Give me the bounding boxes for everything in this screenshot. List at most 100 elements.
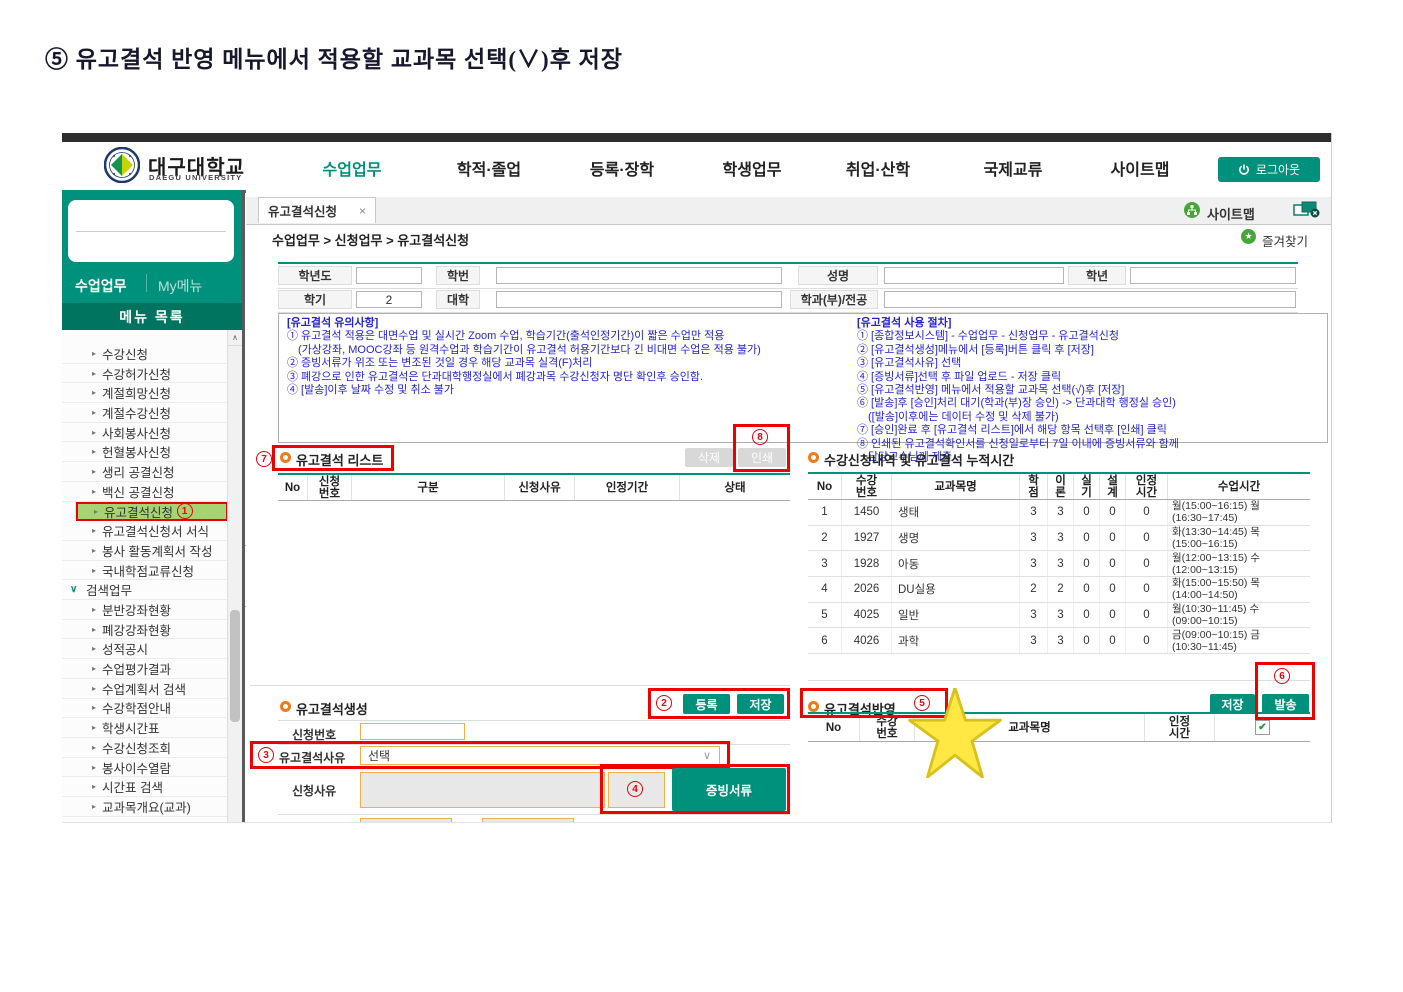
year-input[interactable] [356, 267, 422, 284]
triangle-icon: ▸ [92, 447, 97, 457]
col-header: No [808, 474, 842, 499]
sidebar-item-menstrual-absence[interactable]: ▸ 생리 공결신청 [62, 462, 228, 482]
notice-procedure-title: [유고결석 사용 절차] [857, 317, 952, 329]
name-label: 성명 [798, 266, 878, 285]
row-divider [278, 744, 790, 745]
sidebar-item-syllabus-search[interactable]: ▸ 수업계획서 검색 [62, 678, 228, 699]
name-input[interactable] [884, 267, 1064, 284]
annotation-3: 3 [258, 747, 274, 763]
triangle-icon: ▸ [92, 368, 97, 378]
sidebar-item-credit-guide[interactable]: ▸ 수강학점안내 [62, 698, 228, 719]
sidebar-tab-classwork[interactable]: 수업업무 [75, 276, 127, 296]
sidebar-item-timetable-search[interactable]: ▸ 시간표 검색 [62, 777, 228, 798]
sitemap-link[interactable]: 사이트맵 [1207, 204, 1255, 223]
period-start-input[interactable]: ▦ [360, 818, 452, 822]
nav-item-sitemap[interactable]: 사이트맵 [1080, 156, 1200, 180]
calendar-icon[interactable]: ▦ [561, 821, 570, 822]
create-save-button[interactable]: 저장 [737, 694, 784, 714]
sidebar-scrollbar[interactable]: ∧ [227, 330, 242, 822]
period-end-input[interactable]: ▦ [482, 818, 574, 822]
annotation-2: 2 [656, 695, 672, 711]
chevron-down-icon: ∨ [702, 750, 711, 762]
sidebar-item-label: 시간표 검색 [102, 781, 163, 796]
sidebar-item-service-record[interactable]: ▸ 봉사이수열람 [62, 757, 228, 778]
college-input[interactable] [496, 291, 782, 308]
grade-input[interactable] [1130, 267, 1296, 284]
scroll-up-icon[interactable]: ∧ [228, 330, 242, 346]
sidebar-item-label: 폐강강좌현황 [102, 623, 172, 638]
apply-save-button[interactable]: 저장 [1210, 694, 1255, 714]
sidebar-item-seasonal-sugang[interactable]: ▸ 계절수강신청 [62, 403, 228, 423]
sidebar-item-class-status[interactable]: ▸ 분반강좌현황 [62, 600, 228, 620]
reason-select-value: 선택 [368, 749, 391, 763]
triangle-icon: ▸ [92, 782, 97, 792]
userinfo-divider [76, 231, 226, 232]
print-button[interactable]: 인쇄 [738, 448, 786, 467]
favorite-star-icon[interactable]: ★ [1241, 229, 1256, 244]
sidebar-item-vaccine-absence[interactable]: ▸ 백신 공결신청 [62, 481, 228, 502]
notice-line: ([발송]이후에는 데이터 수정 및 삭제 불가) [868, 410, 1059, 423]
cell-credit: 2 [1020, 577, 1048, 602]
sidebar-item-closed-class[interactable]: ▸ 폐강강좌현황 [62, 619, 228, 640]
detail-textarea[interactable] [360, 772, 605, 808]
semester-input[interactable] [356, 291, 422, 308]
sidebar-tab-mymenu[interactable]: My메뉴 [158, 276, 202, 296]
sidebar-item-course-overview[interactable]: ▸ 교과목개요(교과) [62, 797, 228, 817]
nav-item-registration[interactable]: 등록·장학 [562, 156, 682, 180]
sitemap-icon[interactable] [1184, 202, 1200, 218]
sidebar-item-grade-notice[interactable]: ▸ 성적공시 [62, 639, 228, 660]
cell-design: 0 [1100, 602, 1126, 628]
close-icon[interactable]: × [359, 204, 366, 218]
sidebar-item-label: 유고결석신청 [104, 505, 174, 520]
sidebar-item-sugang-lookup[interactable]: ▸ 수강신청조회 [62, 738, 228, 758]
sidebar-item-excused-absence-form[interactable]: ▸ 유고결석신청서 서식 [62, 521, 228, 541]
dept-label: 학과(부)/전공 [790, 290, 878, 309]
nav-item-international[interactable]: 국제교류 [953, 156, 1073, 180]
cell-code: 1450 [842, 500, 892, 525]
reason-select[interactable]: 선택 ∨ [360, 746, 720, 765]
favorite-link[interactable]: 즐겨찾기 [1262, 231, 1308, 250]
logout-button[interactable]: 로그아웃 [1218, 157, 1320, 182]
nav-item-classwork[interactable]: 수업업무 [292, 156, 412, 180]
nav-item-records[interactable]: 학적·졸업 [429, 156, 549, 180]
sidebar-item-sugang-permit[interactable]: ▸ 수강허가신청 [62, 363, 228, 384]
sidebar-item-sugang[interactable]: ▸ 수강신청 [62, 344, 228, 364]
sidebar-item-service-plan[interactable]: ▸ 봉사 활동계획서 작성 [62, 541, 228, 561]
sidebar-item-social-service[interactable]: ▸ 사회봉사신청 [62, 422, 228, 443]
close-all-tabs-icon[interactable] [1293, 201, 1320, 224]
nav-item-career[interactable]: 취업·산학 [818, 156, 938, 180]
sidebar-section-search[interactable]: ∨ 검색업무 [62, 580, 228, 601]
triangle-icon: ▸ [94, 506, 99, 516]
row-divider [278, 814, 790, 815]
sidebar-item-excused-absence[interactable]: ▸ 유고결석신청 1 [76, 501, 228, 522]
studentno-input[interactable] [496, 267, 782, 284]
triangle-icon: ▸ [92, 644, 97, 654]
sidebar-item-eval-result[interactable]: ▸ 수업평가결과 [62, 659, 228, 679]
calendar-icon[interactable]: ▦ [439, 821, 448, 822]
col-header: No [278, 475, 308, 500]
reqno-input[interactable] [360, 723, 465, 740]
nav-item-student[interactable]: 학생업무 [692, 156, 812, 180]
send-button[interactable]: 발송 [1262, 694, 1309, 714]
sidebar-item-student-timetable[interactable]: ▸ 학생시간표 [62, 718, 228, 738]
triangle-icon: ▸ [92, 486, 97, 496]
select-all-checkbox[interactable]: ✔ [1255, 720, 1270, 735]
tab-excused-absence[interactable]: 유고결석신청 × [258, 197, 376, 223]
register-button[interactable]: 등록 [683, 694, 730, 714]
cell-credit: 3 [1020, 602, 1048, 628]
delete-button[interactable]: 삭제 [685, 448, 733, 467]
scrollbar-thumb[interactable] [230, 610, 240, 722]
course-row: 5 4025 일반 3 3 0 0 0 월(10:30~11:45) 수(09:… [808, 602, 1310, 629]
notice-precautions-title: [유고결석 유의사항] [287, 317, 379, 329]
sidebar-item-blood-donation[interactable]: ▸ 헌혈봉사신청 [62, 442, 228, 463]
dept-input[interactable] [884, 291, 1296, 308]
col-header: 인정기간 [575, 475, 680, 500]
triangle-icon: ▸ [92, 703, 97, 713]
cell-credit: 3 [1020, 525, 1048, 551]
sidebar-item-seasonal-hope[interactable]: ▸ 계절희망신청 [62, 383, 228, 404]
sidebar-item-domestic-credit[interactable]: ▸ 국내학점교류신청 [62, 560, 228, 581]
notice-procedure: [유고결석 사용 절차] ① [종합정보시스템] - 수업업무 - 신청업무 -… [857, 317, 1322, 464]
evidence-button[interactable]: 증빙서류 [672, 768, 786, 811]
cell-name: 일반 [892, 602, 1020, 628]
sidebar-divider [242, 190, 245, 822]
